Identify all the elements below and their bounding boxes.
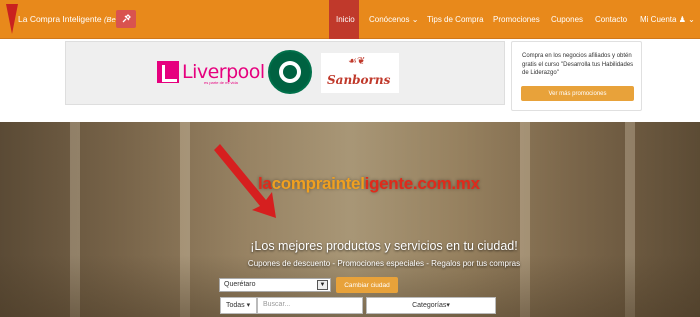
chevron-down-icon: ⌄ (411, 15, 419, 24)
site-url-watermark: lacomprainteligente.com.mx (258, 174, 480, 193)
nav-item-promociones[interactable]: Promociones (493, 15, 540, 24)
pin-button[interactable] (116, 10, 136, 28)
city-select[interactable]: Querétaro ▼ (219, 278, 331, 292)
liverpool-tagline: es parte de mi vida (204, 80, 238, 85)
sanborns-logo[interactable]: ☙❦ Sanborns (321, 53, 399, 93)
nav-item-mi-cuenta[interactable]: Mi Cuenta ♟ ⌄ (640, 15, 695, 24)
user-icon: ♟ (678, 15, 686, 24)
owls-crest-icon: ☙❦ (348, 56, 366, 67)
siren-icon (279, 61, 301, 83)
nav-item-cupones[interactable]: Cupones (551, 15, 583, 24)
hero-title: ¡Los mejores productos y servicios en tu… (250, 239, 518, 253)
categories-dropdown[interactable]: Categorías▾ (366, 297, 496, 314)
change-city-button[interactable]: Cambiar ciudad (336, 277, 398, 293)
chevron-down-icon: ▼ (317, 280, 328, 290)
promo-side-box: Compra en los negocios afiliados y obtén… (511, 41, 642, 111)
caret-down-icon: ▾ (246, 302, 251, 309)
site-brand[interactable]: La Compra Inteligente (Beta) (18, 14, 124, 24)
liverpool-mark-icon (157, 61, 179, 83)
chevron-down-icon: ⌄ (688, 15, 695, 24)
more-promotions-button[interactable]: Ver más promociones (521, 86, 634, 101)
pin-icon (122, 14, 131, 23)
starbucks-logo[interactable] (268, 50, 312, 94)
hero-subtitle: Cupones de descuento - Promociones espec… (247, 259, 521, 268)
nav-item-conocenos[interactable]: Conócenos ⌄ (369, 15, 418, 24)
promo-side-text: Compra en los negocios afiliados y obtén… (522, 53, 634, 76)
nav-item-inicio[interactable]: Inicio (336, 15, 355, 24)
filter-dropdown[interactable]: Todas ▾ (220, 297, 257, 314)
caret-down-icon: ▾ (446, 302, 450, 309)
nav-item-tips[interactable]: Tips de Compra (427, 15, 484, 24)
arrow-annotation-icon (6, 4, 18, 34)
search-input[interactable]: Buscar... (257, 297, 363, 314)
nav-item-contacto[interactable]: Contacto (595, 15, 627, 24)
